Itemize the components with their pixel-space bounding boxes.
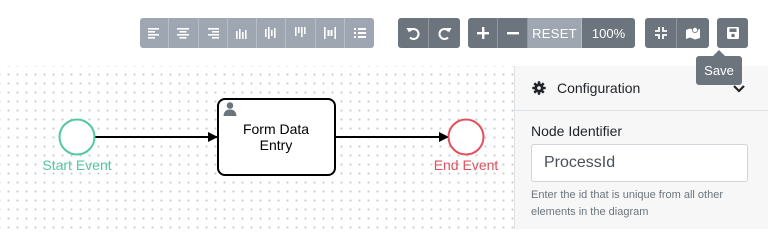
- align-left-button[interactable]: [140, 18, 170, 48]
- align-middle-icon: [265, 27, 276, 39]
- end-event[interactable]: [447, 118, 485, 156]
- reset-zoom-button[interactable]: RESET: [528, 18, 582, 48]
- redo-button[interactable]: [429, 18, 460, 48]
- minus-icon: [506, 32, 519, 35]
- map-icon: [686, 27, 700, 40]
- distribute-vertical-button[interactable]: [345, 18, 374, 48]
- save-tooltip: Save: [696, 50, 742, 85]
- view-button-group: [645, 18, 709, 48]
- zoom-in-button[interactable]: [468, 18, 498, 48]
- align-bottom-icon: [236, 29, 247, 39]
- task-label-line2: Entry: [260, 137, 293, 153]
- undo-icon: [406, 27, 420, 40]
- end-event-label: End Event: [434, 157, 499, 173]
- save-button-group: [717, 18, 748, 48]
- distribute-horizontal-icon: [323, 27, 336, 39]
- align-top-icon: [294, 27, 306, 37]
- zoom-out-button[interactable]: [498, 18, 528, 48]
- align-middle-button[interactable]: [257, 18, 287, 48]
- align-right-icon: [207, 28, 219, 39]
- toolbar: RESET 100%: [0, 0, 768, 66]
- inspector-panel: Configuration Node Identifier Enter the …: [514, 66, 768, 229]
- align-center-button[interactable]: [169, 18, 199, 48]
- align-button-group: [140, 18, 375, 48]
- start-event[interactable]: [58, 118, 96, 156]
- start-event-label: Start Event: [42, 157, 111, 173]
- align-center-icon: [177, 28, 190, 39]
- fullscreen-button[interactable]: [645, 18, 677, 48]
- task-label-line1: Form Data: [243, 121, 309, 137]
- zoom-button-group: RESET 100%: [468, 18, 635, 48]
- save-button[interactable]: [717, 18, 748, 48]
- diagram-svg: Start Event Form Data Entry End Event: [42, 98, 499, 176]
- align-right-button[interactable]: [199, 18, 228, 48]
- gear-icon: [532, 81, 546, 95]
- node-identifier-label: Node Identifier: [531, 123, 623, 139]
- node-identifier-input[interactable]: [531, 144, 748, 182]
- history-button-group: [398, 18, 460, 48]
- undo-button[interactable]: [398, 18, 429, 48]
- zoom-level-display: 100%: [582, 18, 635, 48]
- distribute-horizontal-button[interactable]: [316, 18, 346, 48]
- configuration-title: Configuration: [557, 80, 641, 96]
- save-icon: [726, 27, 739, 39]
- plus-icon: [476, 27, 489, 39]
- node-identifier-help-text: Enter the id that is unique from all oth…: [531, 189, 723, 218]
- align-top-button[interactable]: [286, 18, 316, 48]
- distribute-vertical-icon: [353, 28, 366, 38]
- align-left-icon: [148, 28, 160, 39]
- minimap-button[interactable]: [677, 18, 709, 48]
- collapse-icon: [654, 27, 667, 39]
- align-bottom-button[interactable]: [228, 18, 258, 48]
- diagram-canvas[interactable]: Start Event Form Data Entry End Event: [0, 66, 514, 229]
- redo-icon: [437, 27, 451, 40]
